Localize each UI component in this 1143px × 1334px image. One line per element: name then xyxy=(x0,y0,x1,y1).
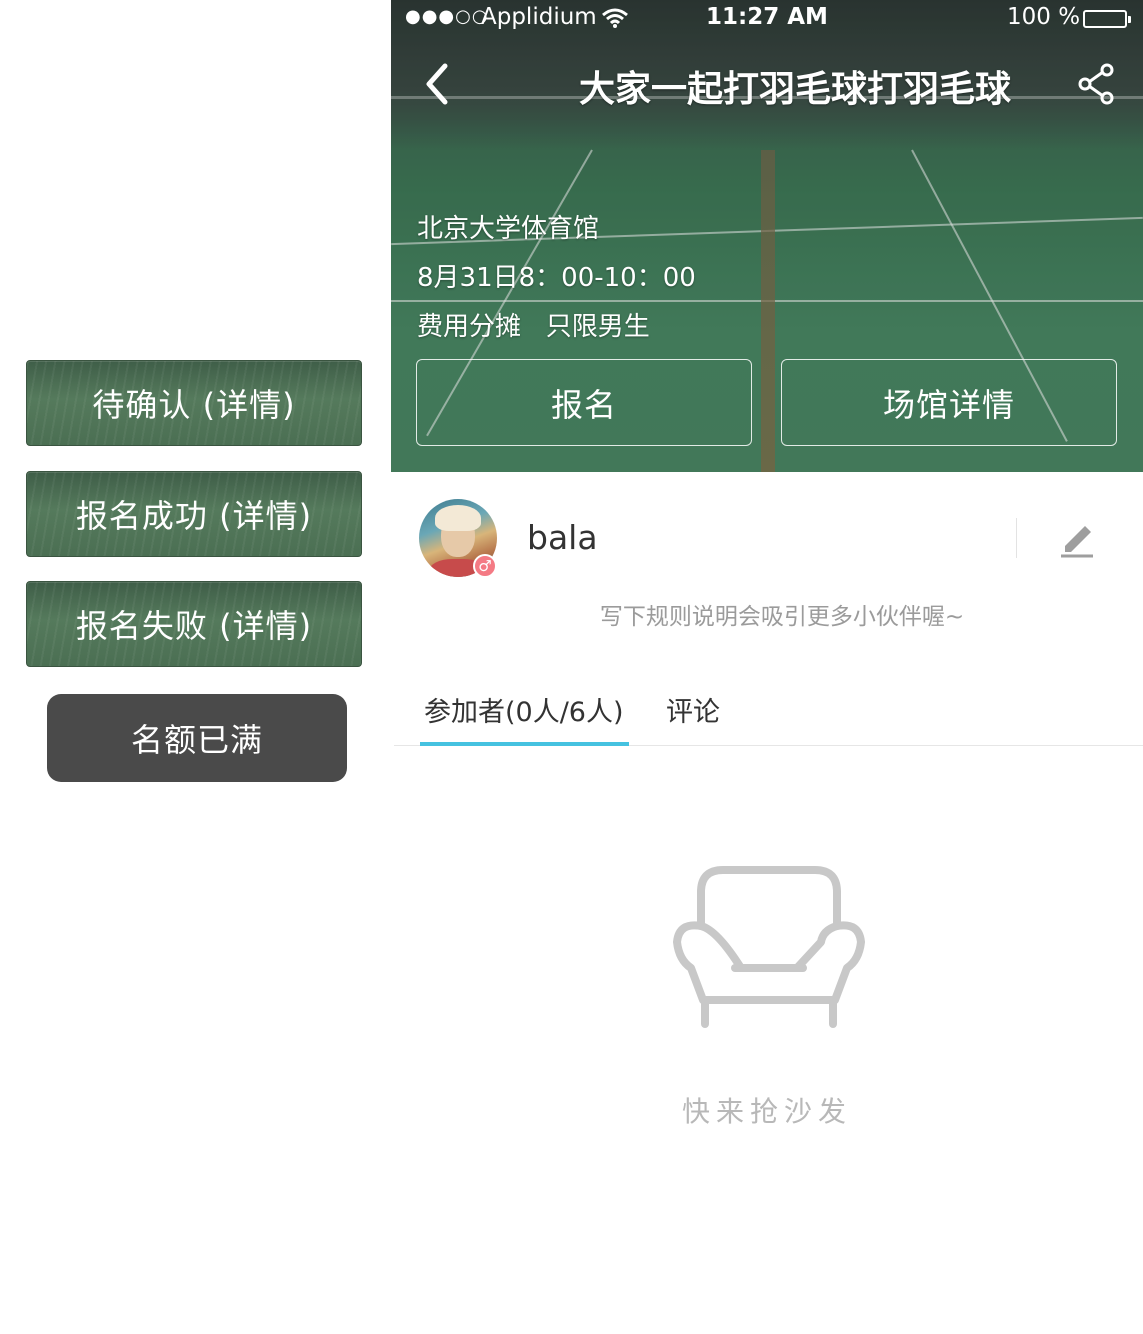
male-gender-badge: ♂ xyxy=(473,554,497,578)
event-detail-screen: ●●●○○ Applidium 11:27 AM 100 % 大家一起打羽毛球打… xyxy=(391,0,1143,1334)
quota-full-button[interactable]: 名额已满 xyxy=(47,694,347,782)
share-icon xyxy=(1078,63,1114,105)
page-title: 大家一起打羽毛球打羽毛球 xyxy=(578,69,1011,110)
pencil-icon xyxy=(1061,526,1093,558)
hero-banner: ●●●○○ Applidium 11:27 AM 100 % 大家一起打羽毛球打… xyxy=(391,0,1143,472)
signup-success-button[interactable]: 报名成功 (详情) xyxy=(26,471,362,557)
share-button[interactable] xyxy=(1077,62,1117,106)
quota-full-label: 名额已满 xyxy=(130,721,263,759)
event-datetime: 8月31日8：00-10：00 xyxy=(417,263,696,293)
signup-success-label: 报名成功 (详情) xyxy=(75,497,313,535)
battery-percent: 100 % xyxy=(1007,4,1081,30)
divider xyxy=(1016,518,1017,558)
edit-button[interactable] xyxy=(1057,516,1097,558)
tab-comments[interactable]: 评论 xyxy=(666,690,720,729)
signup-failed-button[interactable]: 报名失败 (详情) xyxy=(26,581,362,667)
organizer-name: bala xyxy=(527,518,598,557)
battery-icon xyxy=(1083,10,1131,28)
active-tab-indicator xyxy=(420,742,629,746)
empty-state-text: 快来抢沙发 xyxy=(681,1095,852,1128)
tab-participants[interactable]: 参加者(0人/6人) xyxy=(424,690,624,729)
back-button[interactable] xyxy=(419,62,459,106)
signup-label: 报名 xyxy=(550,385,617,424)
pending-confirm-label: 待确认 (详情) xyxy=(92,386,296,424)
event-venue: 北京大学体育馆 xyxy=(417,214,600,244)
venue-details-button[interactable]: 场馆详情 xyxy=(781,359,1117,446)
sofa-icon xyxy=(671,864,867,1030)
signup-button[interactable]: 报名 xyxy=(416,359,752,446)
rules-placeholder[interactable]: 写下规则说明会吸引更多小伙伴喔~ xyxy=(391,597,1143,631)
signup-failed-label: 报名失败 (详情) xyxy=(75,607,313,645)
status-bar: ●●●○○ Applidium 11:27 AM 100 % xyxy=(391,0,1143,40)
chevron-left-icon xyxy=(426,63,448,105)
venue-details-label: 场馆详情 xyxy=(882,385,1015,424)
pending-confirm-button[interactable]: 待确认 (详情) xyxy=(26,360,362,446)
event-fee-gender: 费用分摊 只限男生 xyxy=(417,312,650,342)
